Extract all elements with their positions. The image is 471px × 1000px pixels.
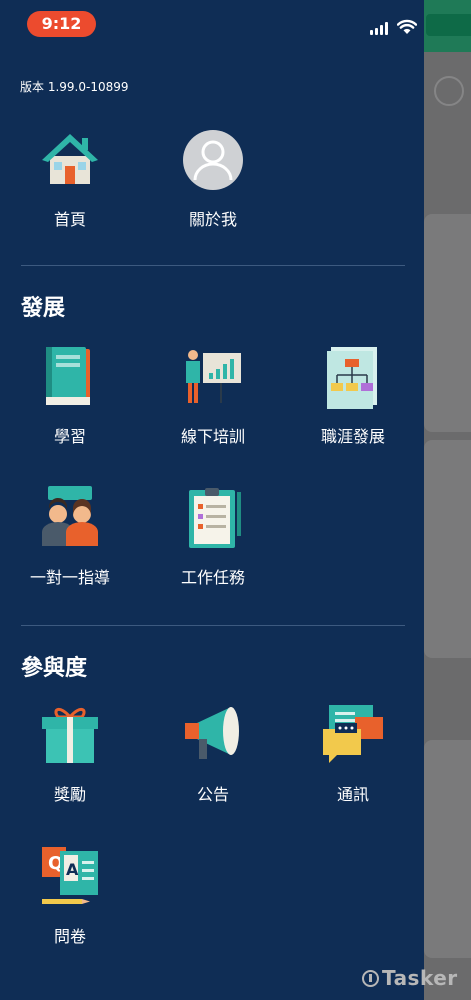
gift-icon (42, 708, 98, 763)
background-card (424, 214, 471, 432)
menu-item-home[interactable]: 首頁 (10, 128, 130, 230)
menu-item-survey[interactable]: Q A 問卷 (10, 845, 130, 947)
cellular-signal-icon (370, 22, 388, 35)
chat-bubbles-icon (323, 705, 383, 763)
profile-avatar-icon (183, 130, 243, 190)
section-title-development: 發展 (21, 296, 66, 321)
navigation-drawer: 9:12 版本 1.99.0-10899 首頁 關於我 發展 學習 線下培訓 職… (0, 0, 424, 1000)
menu-item-label: 工作任務 (180, 568, 245, 587)
home-icon (42, 134, 98, 184)
watermark-text: Tasker (382, 966, 458, 990)
watermark: Tasker (362, 966, 458, 990)
presentation-icon (186, 350, 241, 403)
menu-item-label: 通訊 (336, 785, 369, 804)
app-version: 版本 1.99.0-10899 (20, 80, 129, 94)
menu-item-rewards[interactable]: 獎勵 (10, 703, 130, 805)
menu-item-label: 職涯發展 (320, 427, 385, 446)
background-card (424, 440, 471, 658)
wifi-icon (397, 19, 417, 34)
menu-item-label: 關於我 (188, 210, 237, 229)
menu-item-label: 線下培訓 (180, 427, 245, 446)
menu-item-about-me[interactable]: 關於我 (153, 128, 273, 230)
menu-item-offline-training[interactable]: 線下培訓 (153, 345, 273, 447)
background-app-header-tab (426, 14, 471, 36)
clipboard-icon (189, 488, 241, 548)
menu-item-label: 首頁 (53, 210, 86, 229)
mentoring-icon (42, 486, 98, 546)
menu-item-label: 學習 (53, 427, 86, 446)
megaphone-icon (185, 707, 239, 759)
tasker-logo-icon (362, 969, 379, 987)
menu-item-career-development[interactable]: 職涯發展 (293, 345, 413, 447)
section-divider (21, 265, 405, 266)
menu-item-work-tasks[interactable]: 工作任務 (153, 486, 273, 588)
menu-item-announcements[interactable]: 公告 (153, 703, 273, 805)
svg-text:A: A (66, 860, 79, 879)
menu-item-label: 公告 (196, 785, 229, 804)
status-bar: 9:12 (0, 0, 424, 44)
menu-item-label: 一對一指導 (29, 568, 110, 587)
background-avatar (434, 76, 464, 106)
section-divider (21, 625, 405, 626)
menu-item-mentoring[interactable]: 一對一指導 (10, 486, 130, 588)
menu-item-messages[interactable]: 通訊 (293, 703, 413, 805)
background-card (424, 740, 471, 958)
menu-item-label: 問卷 (53, 927, 86, 946)
status-time: 9:12 (27, 11, 96, 37)
survey-icon: Q A (42, 847, 98, 904)
menu-item-label: 獎勵 (53, 785, 86, 804)
section-title-engagement: 參與度 (21, 656, 88, 681)
career-chart-icon (327, 347, 377, 409)
book-icon (46, 347, 90, 405)
menu-item-learning[interactable]: 學習 (10, 345, 130, 447)
